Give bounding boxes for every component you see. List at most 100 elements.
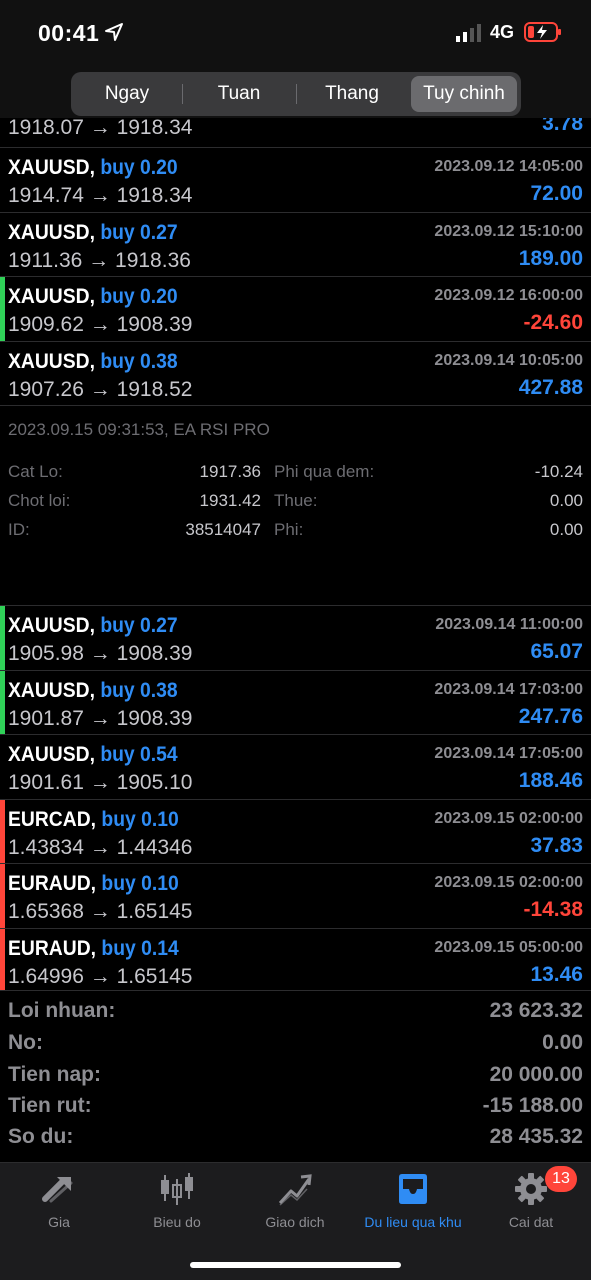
trade-row[interactable]: XAUUSD, buy 0.38 2023.09.14 10:05:00 1907.… (0, 342, 591, 406)
trade-prices: 1901.87 → 1908.39 (8, 706, 193, 730)
summary-value: -15 188.00 (482, 1094, 583, 1117)
commission-value: 0.00 (549, 520, 583, 539)
account-summary: Loi nhuan: 23 623.32 No: 0.00 Tien nap: … (0, 990, 591, 1160)
trade-row[interactable]: EURCAD, buy 0.10 2023.09.15 02:00:00 1.438… (0, 799, 591, 864)
tab-label: Bieu do (153, 1214, 201, 1230)
trade-symbol: XAUUSD, buy 0.54 (8, 743, 178, 767)
clock: 00:41 (38, 20, 100, 46)
symbol-name: XAUUSD, (8, 156, 95, 179)
tab-month[interactable]: Thang (299, 76, 405, 112)
stop-loss-value: 1917.36 (199, 462, 261, 481)
trade-status-bar (0, 670, 5, 734)
trade-profit: -14.38 (523, 898, 583, 921)
trade-row-partial[interactable]: 1918.07 → 1918.34 3.78 (0, 118, 591, 148)
trade-row[interactable]: EURAUD, buy 0.14 2023.09.15 05:00:00 1.649… (0, 928, 591, 990)
trade-prices: 1.43834 → 1.44346 (8, 835, 193, 859)
trade-detail-panel: 2023.09.15 09:31:53, EA RSI PRO Cat Lo: … (0, 406, 591, 606)
summary-profit-row: Loi nhuan: 23 623.32 (0, 999, 591, 1030)
trade-prices: 1901.61 → 1905.10 (8, 771, 193, 794)
symbol-name: XAUUSD, (8, 285, 95, 308)
trade-status-bar (0, 277, 5, 341)
trade-prices: 1907.26 → 1918.52 (8, 377, 193, 401)
trade-row[interactable]: XAUUSD, buy 0.54 2023.09.14 17:05:00 1901.… (0, 735, 591, 800)
swap-value: -10.24 (534, 462, 583, 481)
trade-side-volume: buy 0.20 (100, 156, 178, 179)
summary-label: Tien rut: (8, 1094, 92, 1117)
trade-status-bar (0, 928, 5, 990)
trade-profit: 37.83 (530, 833, 583, 857)
trade-row[interactable]: XAUUSD, buy 0.20 2023.09.12 14:05:00 1914.… (0, 148, 591, 213)
summary-credit-row: No: 0.00 (0, 1031, 591, 1062)
take-profit-value: 1931.42 (199, 491, 261, 510)
trade-datetime: 2023.09.15 02:00:00 (434, 809, 583, 827)
tab-label: Gia (48, 1214, 70, 1230)
summary-value: 0.00 (542, 1031, 583, 1054)
trade-side-volume: buy 0.10 (101, 872, 179, 895)
trade-side-volume: buy 0.27 (100, 614, 178, 637)
trade-row[interactable]: XAUUSD, buy 0.27 2023.09.12 15:10:00 1911.… (0, 213, 591, 277)
trade-profit: 189.00 (518, 246, 583, 270)
trade-profit: 427.88 (518, 375, 583, 399)
trade-prices: 1.64996 → 1.65145 (8, 964, 193, 988)
notification-badge: 13 (545, 1166, 577, 1192)
trade-row[interactable]: XAUUSD, buy 0.38 2023.09.14 17:03:00 1901.… (0, 670, 591, 735)
summary-label: So du: (8, 1125, 74, 1148)
symbol-name: XAUUSD, (8, 743, 95, 766)
battery-charging-icon (524, 22, 561, 42)
order-id-value: 38514047 (185, 520, 261, 539)
trade-symbol: XAUUSD, buy 0.27 (8, 221, 178, 245)
trade-prices: 1909.62 → 1908.39 (8, 313, 193, 336)
summary-label: No: (8, 1031, 43, 1054)
tab-history[interactable]: Du lieu qua khu (354, 1163, 472, 1243)
trade-side-volume: buy 0.10 (101, 807, 179, 831)
trade-symbol: EURCAD, buy 0.10 (8, 808, 179, 832)
order-id-label: ID: (8, 520, 30, 539)
trade-symbol: EURAUD, buy 0.14 (8, 937, 179, 961)
tab-label: Cai dat (508, 1214, 554, 1230)
tab-label: Giao dich (265, 1214, 325, 1230)
trade-symbol: EURAUD, buy 0.10 (8, 872, 179, 896)
tab-custom[interactable]: Tuy chinh (411, 76, 517, 112)
symbol-name: XAUUSD, (8, 220, 95, 244)
trade-history-list[interactable]: 1918.07 → 1918.34 3.78 XAUUSD, buy 0.20 2… (0, 118, 591, 990)
commission-label: Phi: (274, 520, 304, 539)
symbol-name: EURCAD, (8, 807, 97, 831)
summary-value: 28 435.32 (489, 1125, 583, 1148)
trade-profit: 247.76 (518, 704, 583, 728)
tab-quotes[interactable]: Gia (0, 1163, 118, 1243)
trade-status-bar (0, 799, 5, 863)
trade-profit: 13.46 (530, 962, 583, 986)
trade-side-volume: buy 0.27 (100, 220, 178, 244)
trade-status-bar (0, 148, 5, 212)
trade-datetime: 2023.09.15 05:00:00 (434, 938, 583, 956)
take-profit-label: Chot loi: (8, 491, 71, 510)
trade-row[interactable]: XAUUSD, buy 0.27 2023.09.14 11:00:00 1905.… (0, 606, 591, 671)
tab-week[interactable]: Tuan (185, 76, 293, 112)
trade-prices: 1911.36 → 1918.36 (8, 248, 191, 272)
symbol-name: EURAUD, (8, 936, 97, 960)
symbol-name: XAUUSD, (8, 349, 95, 373)
trade-symbol: XAUUSD, buy 0.20 (8, 156, 178, 180)
trade-chart-icon (278, 1174, 312, 1206)
tab-label: Du lieu qua khu (364, 1214, 462, 1230)
trade-row[interactable]: XAUUSD, buy 0.20 2023.09.12 16:00:00 1909.… (0, 277, 591, 342)
trade-profit: 3.78 (542, 118, 583, 135)
trade-profit: 72.00 (530, 182, 583, 205)
tab-day[interactable]: Ngay (75, 76, 179, 112)
summary-deposit-row: Tien nap: 20 000.00 (0, 1063, 591, 1094)
period-selector-bar: Ngay Tuan Thang Tuy chinh (0, 64, 591, 126)
trade-status-bar (0, 213, 5, 277)
summary-value: 20 000.00 (489, 1063, 583, 1086)
tab-trade[interactable]: Giao dich (236, 1163, 354, 1243)
tab-chart[interactable]: Bieu do (118, 1163, 236, 1243)
trade-datetime: 2023.09.12 15:10:00 (434, 222, 583, 240)
trade-datetime: 2023.09.15 02:00:00 (434, 874, 583, 891)
symbol-name: XAUUSD, (8, 678, 95, 702)
trade-datetime: 2023.09.14 17:03:00 (434, 680, 583, 698)
trade-side-volume: buy 0.20 (100, 285, 178, 308)
symbol-name: XAUUSD, (8, 614, 95, 637)
trade-side-volume: buy 0.14 (101, 936, 179, 960)
trade-row[interactable]: EURAUD, buy 0.10 2023.09.15 02:00:00 1.653… (0, 864, 591, 929)
trade-symbol: XAUUSD, buy 0.20 (8, 285, 178, 309)
trade-prices: 1914.74 → 1918.34 (8, 184, 193, 207)
